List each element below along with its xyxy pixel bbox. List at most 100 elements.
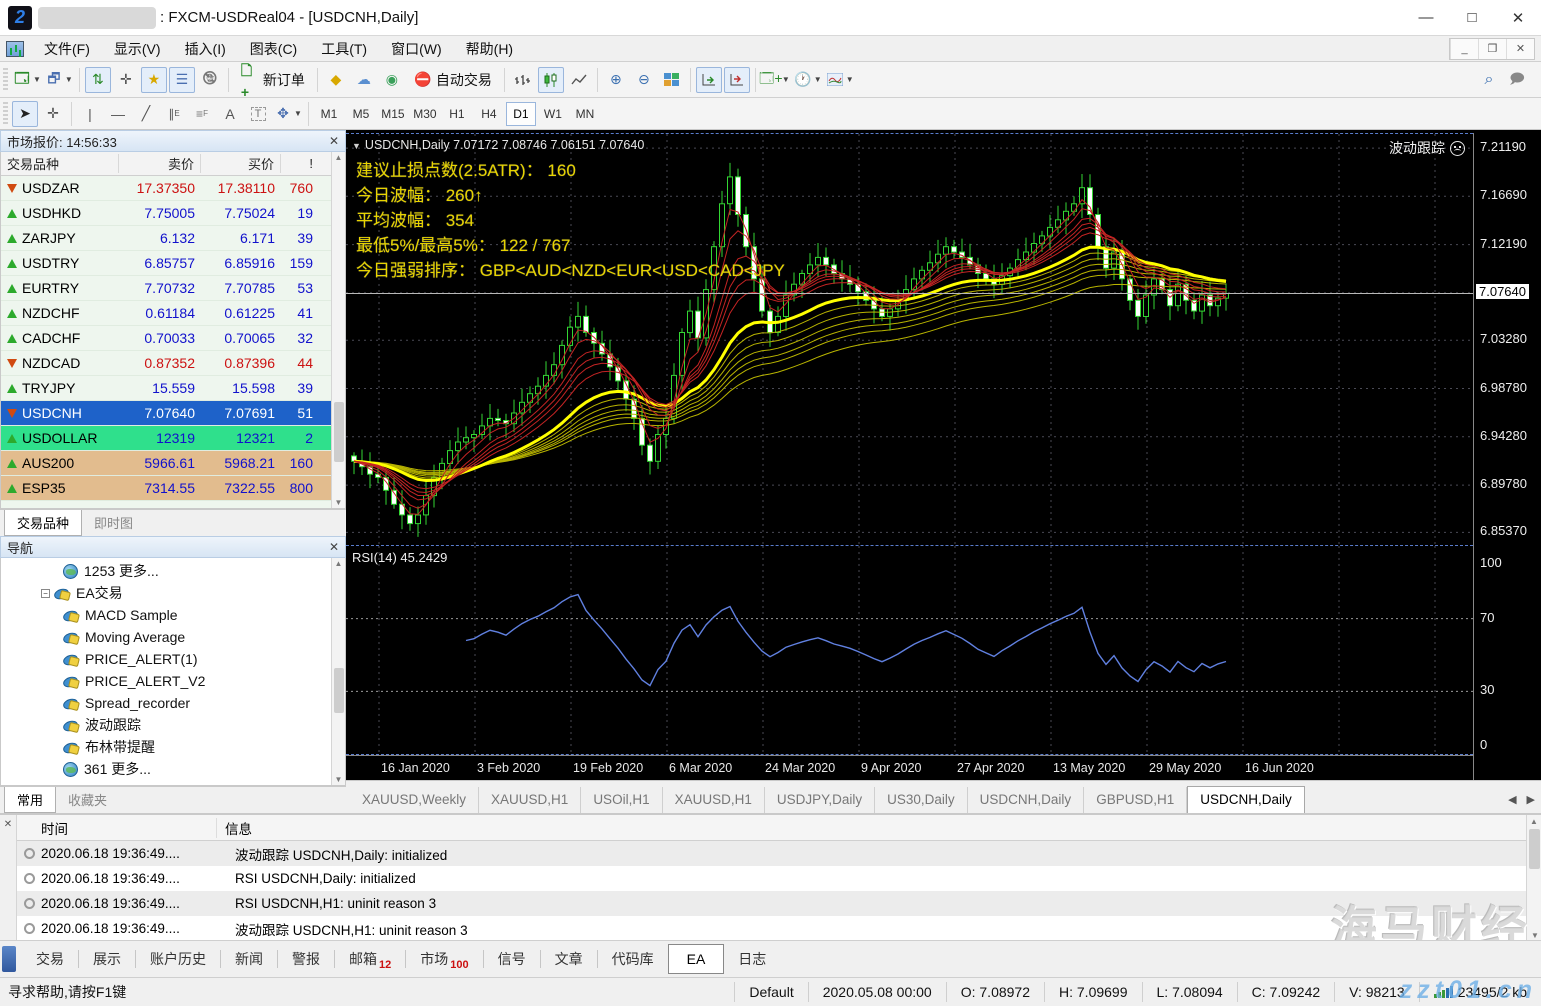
terminal-tab-新闻[interactable]: 新闻: [221, 943, 277, 975]
terminal-tabs-icon[interactable]: [2, 946, 16, 972]
navigator-button[interactable]: ★: [140, 66, 167, 93]
new-order-button[interactable]: 🗋+ 新订单: [234, 62, 312, 100]
terminal-tab-市场[interactable]: 市场 100: [406, 943, 482, 975]
periods-button[interactable]: 🕐 ▼: [793, 67, 823, 93]
text-button[interactable]: A: [217, 101, 243, 127]
terminal-close-icon[interactable]: ✕: [0, 819, 16, 830]
terminal-scrollbar[interactable]: ▲ ▼: [1526, 815, 1541, 942]
timeframe-d1[interactable]: D1: [505, 101, 536, 126]
date-axis[interactable]: 16 Jan 2020 3 Feb 2020 19 Feb 2020 6 Mar 20…: [346, 755, 1473, 780]
script-button[interactable]: ◆: [323, 67, 349, 93]
market-watch-button[interactable]: ⇅: [84, 66, 111, 93]
navigator-item-9[interactable]: 361 更多...: [1, 758, 345, 780]
close-button[interactable]: ✕: [1495, 0, 1541, 35]
bar-chart-button[interactable]: [510, 67, 536, 93]
timeframe-mn[interactable]: MN: [570, 102, 600, 126]
navigator-item-4[interactable]: PRICE_ALERT(1): [1, 648, 345, 670]
timeframe-m1[interactable]: M1: [314, 102, 344, 126]
candlestick-button[interactable]: [537, 66, 564, 93]
chart-tab-7[interactable]: GBPUSD,H1: [1084, 787, 1188, 813]
line-chart-button[interactable]: [566, 67, 592, 93]
chart-shift-button[interactable]: [723, 66, 750, 93]
terminal-row-1[interactable]: 2020.06.18 19:36:49.... RSI USDCNH,Daily:…: [17, 866, 1526, 891]
terminal-tab-信号[interactable]: 信号: [484, 943, 540, 975]
scroll-left-icon[interactable]: ◀: [1508, 793, 1516, 806]
navigator-tab-收藏夹[interactable]: 收藏夹: [56, 787, 119, 812]
menu-item-5[interactable]: 窗口(W): [379, 35, 454, 63]
indicators-button[interactable]: ▼: [825, 67, 855, 93]
rsi-pane[interactable]: RSI(14) 45.2429: [346, 545, 1473, 755]
autotrade-button[interactable]: ⛔ 自动交易: [407, 67, 499, 93]
terminal-tab-账户历史[interactable]: 账户历史: [136, 943, 220, 975]
menu-item-0[interactable]: 文件(F): [32, 35, 102, 63]
navigator-scrollbar[interactable]: ▲ ▼: [331, 558, 345, 785]
fibonacci-button[interactable]: ≡ F: [189, 101, 215, 127]
scroll-right-icon[interactable]: ▶: [1527, 793, 1535, 806]
mdi-close-button[interactable]: ✕: [1506, 38, 1534, 59]
timeframe-m30[interactable]: M30: [410, 102, 440, 126]
zoom-out-button[interactable]: ⊖: [631, 67, 657, 93]
menu-item-1[interactable]: 显示(V): [102, 35, 173, 63]
chart-tab-5[interactable]: US30,Daily: [875, 787, 968, 813]
terminal-tab-警报[interactable]: 警报: [278, 943, 334, 975]
market-watch-row-usdhkd[interactable]: USDHKD 7.75005 7.75024 19: [1, 201, 345, 226]
toolbar-grip2[interactable]: [3, 101, 8, 126]
col-sell[interactable]: 卖价: [119, 154, 201, 173]
menu-item-4[interactable]: 工具(T): [309, 35, 379, 63]
chart-tab-scroll[interactable]: ◀ ▶: [1508, 793, 1535, 813]
market-watch-row-nzdchf[interactable]: NZDCHF 0.61184 0.61225 41: [1, 301, 345, 326]
chart-tab-6[interactable]: USDCNH,Daily: [968, 787, 1085, 813]
text-label-button[interactable]: T: [245, 101, 271, 127]
terminal-row-3[interactable]: 2020.06.18 19:36:49.... 波动跟踪 USDCNH,H1: u…: [17, 916, 1526, 941]
vertical-line-button[interactable]: |: [77, 101, 103, 127]
new-chart-button[interactable]: 🗔 ▼: [12, 67, 42, 93]
indicator-delete-icon[interactable]: [1450, 140, 1465, 156]
market-watch-tab-交易品种[interactable]: 交易品种: [4, 510, 83, 536]
market-watch-row-zarjpy[interactable]: ZARJPY 6.132 6.171 39: [1, 226, 345, 251]
templates-button[interactable]: 🗔+ ▼: [759, 67, 791, 93]
market-watch-row-usdtry[interactable]: USDTRY 6.85757 6.85916 159: [1, 251, 345, 276]
chart-tab-8[interactable]: USDCNH,Daily: [1187, 786, 1305, 813]
terminal-tab-邮箱[interactable]: 邮箱 12: [335, 943, 405, 975]
timeframe-w1[interactable]: W1: [538, 102, 568, 126]
navigator-item-0[interactable]: 1253 更多...: [1, 560, 345, 582]
mdi-restore-button[interactable]: ❐: [1478, 38, 1506, 59]
collapse-icon[interactable]: −: [41, 588, 50, 598]
terminal-tab-代码库[interactable]: 代码库: [598, 943, 668, 975]
search-button[interactable]: ⌕: [1476, 67, 1502, 93]
chart-tab-4[interactable]: USDJPY,Daily: [765, 787, 876, 813]
terminal-tab-交易[interactable]: 交易: [22, 943, 78, 975]
market-watch-row-eurtry[interactable]: EURTRY 7.70732 7.70785 53: [1, 276, 345, 301]
market-watch-scrollbar[interactable]: ▲ ▼: [331, 152, 345, 508]
tile-windows-button[interactable]: [659, 67, 685, 93]
mdi-minimize-button[interactable]: _: [1450, 38, 1478, 59]
timeframe-m5[interactable]: M5: [346, 102, 376, 126]
navigator-item-5[interactable]: PRICE_ALERT_V2: [1, 670, 345, 692]
navigator-item-2[interactable]: MACD Sample: [1, 604, 345, 626]
terminal-tab-文章[interactable]: 文章: [541, 943, 597, 975]
profiles-button[interactable]: 🗗 ▼: [44, 67, 74, 93]
chart-collapse-icon[interactable]: ▼: [352, 141, 361, 151]
trendline-button[interactable]: ╱: [133, 101, 159, 127]
market-watch-tab-即时图[interactable]: 即时图: [82, 510, 145, 535]
crosshair-button[interactable]: ✛: [40, 101, 66, 127]
horizontal-line-button[interactable]: —: [105, 101, 131, 127]
market-watch-row-esp35[interactable]: ESP35 7314.55 7322.55 800: [1, 476, 345, 501]
terminal-tab-EA[interactable]: EA: [667, 944, 725, 974]
terminal-tab-展示[interactable]: 展示: [79, 943, 135, 975]
chat-button[interactable]: 🗩: [1504, 67, 1530, 93]
signals-button[interactable]: ◉: [379, 67, 405, 93]
strategy-tester-button[interactable]: 🕲: [197, 67, 223, 93]
col-buy[interactable]: 买价: [201, 154, 281, 173]
navigator-item-8[interactable]: 布林带提醒: [1, 736, 345, 758]
chart-tab-1[interactable]: XAUUSD,H1: [479, 787, 582, 813]
timeframe-m15[interactable]: M15: [378, 102, 408, 126]
terminal-row-2[interactable]: 2020.06.18 19:36:49.... RSI USDCNH,H1: un…: [17, 891, 1526, 916]
menu-item-2[interactable]: 插入(I): [173, 35, 238, 63]
market-watch-row-aus200[interactable]: AUS200 5966.61 5968.21 160: [1, 451, 345, 476]
terminal-tab-日志[interactable]: 日志: [724, 943, 780, 975]
minimize-button[interactable]: —: [1403, 0, 1449, 35]
navigator-item-3[interactable]: Moving Average: [1, 626, 345, 648]
market-watch-row-cadchf[interactable]: CADCHF 0.70033 0.70065 32: [1, 326, 345, 351]
market-watch-row-usdcnh[interactable]: USDCNH 7.07640 7.07691 51: [1, 401, 345, 426]
